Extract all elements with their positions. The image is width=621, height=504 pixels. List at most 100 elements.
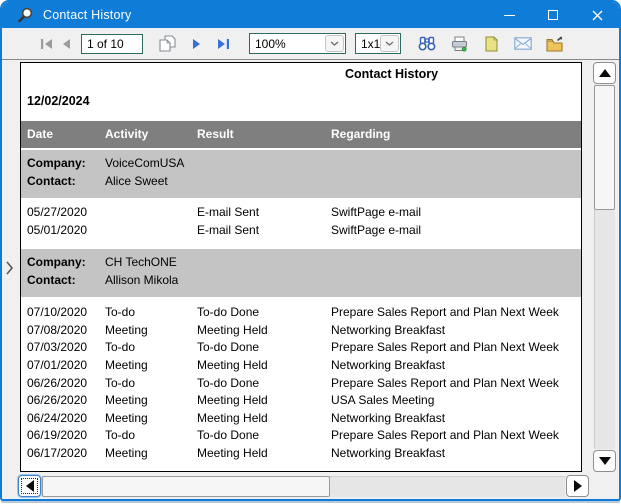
cell-date: 06/26/2020 xyxy=(27,375,88,390)
history-rows-group-2: 07/10/2020 To-do To-do Done Prepare Sale… xyxy=(21,297,581,462)
window-controls xyxy=(487,2,619,28)
scroll-right-button[interactable] xyxy=(566,475,589,497)
page-grid-select[interactable]: 1x1 xyxy=(355,33,401,54)
printer-icon xyxy=(451,36,467,52)
cell-regarding: Prepare Sales Report and Plan Next Week xyxy=(331,305,559,320)
export-folder-icon xyxy=(546,35,563,52)
window-title: Contact History xyxy=(43,8,132,22)
triangle-down-icon xyxy=(598,457,611,465)
chevron-right-icon xyxy=(5,261,13,275)
page-setup-button[interactable] xyxy=(481,34,501,54)
envelope-icon xyxy=(514,37,532,50)
close-icon xyxy=(592,10,602,20)
column-header-bar: Date Activity Result Regarding xyxy=(21,121,581,148)
page-grid-dropdown-button[interactable] xyxy=(380,35,399,52)
table-row: 07/01/2020 Meeting Meeting Held Networki… xyxy=(21,357,581,375)
minimize-icon xyxy=(503,14,515,16)
chevron-down-icon xyxy=(385,41,394,46)
cell-date: 06/17/2020 xyxy=(27,445,88,460)
table-row: 06/17/2020 Meeting Meeting Held Networki… xyxy=(21,445,581,463)
page-grid-value: 1x1 xyxy=(361,36,381,51)
report-body: Company: VoiceComUSA Contact: Alice Swee… xyxy=(21,148,581,463)
cell-regarding: USA Sales Meeting xyxy=(331,393,435,408)
vertical-scroll-thumb[interactable] xyxy=(594,85,615,210)
cell-regarding: SwiftPage e-mail xyxy=(331,205,422,219)
print-button[interactable] xyxy=(449,34,469,54)
last-page-icon xyxy=(217,38,229,49)
table-row: 06/24/2020 Meeting Meeting Held Networki… xyxy=(21,410,581,428)
scroll-up-button[interactable] xyxy=(593,62,616,84)
column-header-date: Date xyxy=(27,127,54,141)
last-page-button[interactable] xyxy=(213,34,233,54)
scroll-left-button[interactable] xyxy=(18,475,41,497)
chevron-down-icon xyxy=(330,41,339,46)
email-button[interactable] xyxy=(513,34,533,54)
zoom-select[interactable]: 100% xyxy=(249,33,346,54)
table-row: 06/26/2020 To-do To-do Done Prepare Sale… xyxy=(21,375,581,393)
contact-value: Alice Sweet xyxy=(105,173,168,188)
table-row: 07/08/2020 Meeting Meeting Held Networki… xyxy=(21,322,581,340)
cell-result: Meeting Held xyxy=(197,357,268,372)
export-button[interactable] xyxy=(545,34,565,54)
company-value: CH TechONE xyxy=(105,255,177,270)
column-header-result: Result xyxy=(197,127,234,141)
group-header: Company: CH TechONE Contact: Allison Mik… xyxy=(21,249,581,298)
cell-result: To-do Done xyxy=(197,375,260,390)
company-label: Company: xyxy=(27,156,86,170)
cell-result: E-mail Sent xyxy=(197,205,260,219)
cell-result: E-mail Sent xyxy=(197,222,260,237)
cell-activity: To-do xyxy=(105,428,136,443)
vertical-scrollbar[interactable] xyxy=(593,62,618,472)
cell-date: 06/19/2020 xyxy=(27,428,88,443)
previous-page-icon xyxy=(63,38,70,49)
maximize-button[interactable] xyxy=(531,2,575,28)
minimize-button[interactable] xyxy=(487,2,531,28)
contact-label: Contact: xyxy=(27,272,76,287)
cell-result: Meeting Held xyxy=(197,445,268,460)
zoom-dropdown-button[interactable] xyxy=(325,35,344,52)
close-button[interactable] xyxy=(575,2,619,28)
cell-activity: Meeting xyxy=(105,410,148,425)
cell-result: Meeting Held xyxy=(197,410,268,425)
cell-result: Meeting Held xyxy=(197,322,268,337)
cell-regarding: Prepare Sales Report and Plan Next Week xyxy=(331,375,559,390)
horizontal-scroll-thumb[interactable] xyxy=(42,476,330,497)
table-row: 05/27/2020 E-mail Sent SwiftPage e-mail xyxy=(21,204,581,222)
previous-page-button[interactable] xyxy=(56,34,76,54)
page-number-field[interactable] xyxy=(81,33,143,54)
scroll-down-button[interactable] xyxy=(593,450,616,472)
next-page-button[interactable] xyxy=(187,34,207,54)
cell-regarding: SwiftPage e-mail xyxy=(331,222,422,237)
report-preview-magnifier-icon xyxy=(16,7,33,24)
table-row: 07/10/2020 To-do To-do Done Prepare Sale… xyxy=(21,304,581,322)
cell-date: 05/27/2020 xyxy=(27,205,88,219)
cell-regarding: Networking Breakfast xyxy=(331,410,446,425)
cell-date: 07/01/2020 xyxy=(27,357,88,372)
cell-date: 07/08/2020 xyxy=(27,322,88,337)
page-setup-icon xyxy=(485,35,498,51)
copy-pages-button[interactable] xyxy=(157,34,177,54)
zoom-value: 100% xyxy=(255,36,286,51)
table-row: 07/03/2020 To-do To-do Done Prepare Sale… xyxy=(21,339,581,357)
report-page: Contact History 12/02/2024 Date Activity… xyxy=(20,62,582,472)
cell-regarding: Prepare Sales Report and Plan Next Week xyxy=(331,428,559,443)
company-label: Company: xyxy=(27,255,86,270)
cell-activity: To-do xyxy=(105,375,136,390)
cell-activity: To-do xyxy=(105,340,136,355)
splitter-chevron[interactable] xyxy=(3,260,15,278)
cell-date: 07/10/2020 xyxy=(27,305,88,320)
horizontal-scrollbar[interactable] xyxy=(18,474,589,498)
find-button[interactable] xyxy=(417,34,437,54)
history-rows-group-1: 05/27/2020 E-mail Sent SwiftPage e-mail … xyxy=(21,198,581,239)
copy-pages-icon xyxy=(158,35,176,52)
table-row: 06/19/2020 To-do To-do Done Prepare Sale… xyxy=(21,427,581,445)
triangle-right-icon xyxy=(573,480,582,492)
next-page-icon xyxy=(193,38,200,49)
triangle-up-icon xyxy=(598,69,611,77)
cell-regarding: Networking Breakfast xyxy=(331,445,446,460)
preview-toolbar: 100% 1x1 xyxy=(2,28,619,59)
cell-activity: Meeting xyxy=(105,322,148,337)
column-header-activity: Activity xyxy=(105,127,149,141)
first-page-button[interactable] xyxy=(36,34,56,54)
report-title: Contact History xyxy=(345,67,439,81)
